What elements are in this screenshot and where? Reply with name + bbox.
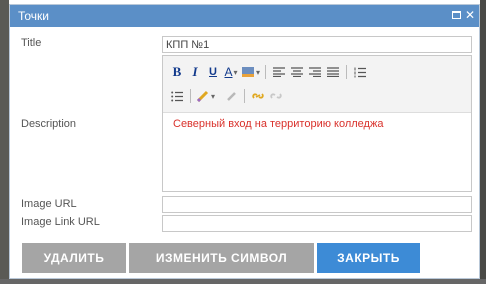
align-center-icon[interactable] — [289, 63, 305, 81]
title-label: Title — [21, 37, 42, 49]
unordered-list-icon[interactable] — [169, 87, 185, 105]
unlink-icon[interactable] — [268, 87, 284, 105]
align-justify-icon[interactable] — [325, 63, 341, 81]
close-button[interactable]: ЗАКРЫТЬ — [317, 243, 420, 273]
image-link-url-label: Image Link URL — [21, 216, 100, 228]
align-right-icon[interactable] — [307, 63, 323, 81]
image-url-input[interactable] — [162, 196, 472, 213]
font-color-icon[interactable]: A ▾ — [223, 63, 239, 81]
background-edge-bottom — [0, 279, 486, 284]
description-label: Description — [21, 118, 77, 130]
points-dialog: Точки ✕ Title Description B I U A▾ ▾ — [9, 4, 480, 279]
image-url-label: Image URL — [21, 198, 77, 210]
image-link-url-input[interactable] — [162, 215, 472, 232]
underline-icon[interactable]: U — [205, 63, 221, 81]
description-content[interactable]: Северный вход на территорию колледжа — [173, 118, 383, 130]
dialog-title: Точки — [18, 9, 50, 23]
description-editor[interactable]: B I U A ▾ ▾ ▾ Северный вход на территори… — [162, 55, 472, 192]
bold-icon[interactable]: B — [169, 63, 185, 81]
eraser-icon[interactable] — [223, 87, 239, 105]
italic-icon[interactable]: I — [187, 63, 203, 81]
toolbar-separator — [244, 89, 246, 103]
toolbar-separator — [190, 89, 191, 103]
highlight-icon[interactable]: ▾ — [241, 63, 260, 81]
maximize-icon[interactable] — [451, 11, 461, 19]
delete-button[interactable]: УДАЛИТЬ — [22, 243, 126, 273]
ordered-list-icon[interactable] — [352, 63, 368, 81]
dialog-titlebar[interactable]: Точки ✕ — [10, 5, 479, 27]
change-symbol-button[interactable]: ИЗМЕНИТЬ СИМВОЛ — [129, 243, 314, 273]
toolbar-separator — [265, 65, 267, 79]
title-input[interactable] — [162, 36, 472, 53]
background-edge-left — [0, 0, 9, 284]
remove-format-icon[interactable]: ▾ — [196, 87, 215, 105]
font-color-glyph: A — [224, 65, 233, 79]
editor-toolbar: B I U A ▾ ▾ ▾ — [163, 56, 471, 113]
close-icon[interactable]: ✕ — [465, 8, 475, 22]
background-edge-right — [480, 0, 486, 284]
toolbar-separator — [346, 65, 348, 79]
insert-link-icon[interactable] — [250, 87, 266, 105]
align-left-icon[interactable] — [271, 63, 287, 81]
